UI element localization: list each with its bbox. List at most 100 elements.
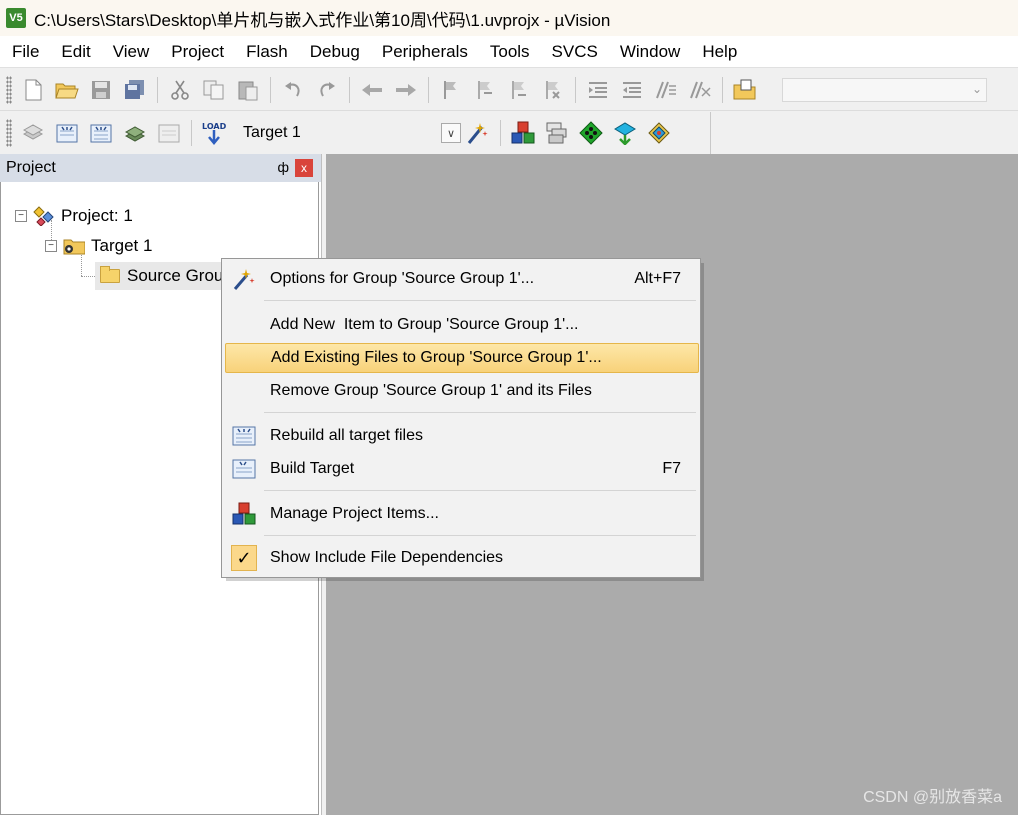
menu-item-label: Show Include File Dependencies [270,549,504,566]
menu-item-remove-group[interactable]: Remove Group 'Source Group 1' and its Fi… [225,376,699,406]
menu-svcs[interactable]: SVCS [540,36,608,68]
collapse-icon[interactable]: − [45,240,57,252]
menu-item-label: Add Existing Files to Group 'Source Grou… [271,349,602,366]
menu-item-add-new-item[interactable]: Add New Item to Group 'Source Group 1'..… [225,310,699,340]
target-folder-icon [63,237,85,255]
toolbar-grip[interactable] [6,75,12,104]
save-icon[interactable] [86,75,116,105]
project-panel-header: Project ф x [0,154,321,182]
toolbar-separator [157,76,158,103]
title-bar: V5 C:\Users\Stars\Desktop\单片机与嵌入式作业\第10周… [0,0,1018,36]
copy-icon[interactable] [199,75,229,105]
tree-label-source-group: Source Grou [127,266,224,285]
menu-item-shortcut: F7 [662,460,681,477]
clear-bookmarks-icon[interactable] [538,75,568,105]
menu-bar: File Edit View Project Flash Debug Perip… [0,36,1018,68]
navigate-forward-icon[interactable] [391,75,421,105]
stop-build-icon[interactable] [154,118,184,148]
select-packs-icon[interactable] [542,118,572,148]
menu-file[interactable]: File [0,36,49,68]
menu-item-label: Build Target [270,460,355,477]
navigate-back-icon[interactable] [357,75,387,105]
batch-build-icon[interactable] [120,118,150,148]
rebuild-icon[interactable] [86,118,116,148]
menu-separator [264,535,696,536]
insert-bookmark-icon[interactable] [436,75,466,105]
toolbar-separator [575,76,576,103]
toolbar-grip[interactable] [6,119,12,147]
menu-item-options-for-group[interactable]: Options for Group 'Source Group 1'... Al… [225,264,699,294]
tree-label-project: Project: 1 [61,206,133,225]
find-combobox[interactable]: ⌄ [782,77,987,102]
paste-icon[interactable] [233,75,263,105]
window-title: C:\Users\Stars\Desktop\单片机与嵌入式作业\第10周\代码… [34,10,611,30]
comment-icon[interactable] [651,75,681,105]
manage-project-items-icon[interactable] [508,118,538,148]
find-in-files-icon[interactable] [730,75,760,105]
target-select[interactable]: Target 1 ∨ [243,120,461,146]
menu-item-label: Add New Item to Group 'Source Group 1'..… [270,316,579,333]
save-all-icon[interactable] [120,75,150,105]
menu-project[interactable]: Project [159,36,234,68]
menu-item-rebuild-all[interactable]: Rebuild all target files [225,421,699,451]
menu-debug[interactable]: Debug [298,36,370,68]
build-toolbar: LOAD Target 1 ∨ [0,112,1018,154]
context-menu: Options for Group 'Source Group 1'... Al… [221,258,701,578]
tree-node-project[interactable]: − Project: 1 [15,202,133,230]
next-bookmark-icon[interactable] [504,75,534,105]
menu-tools[interactable]: Tools [478,36,540,68]
undo-icon[interactable] [278,75,308,105]
software-packs-icon[interactable] [644,118,674,148]
new-file-icon[interactable] [18,75,48,105]
menu-flash[interactable]: Flash [234,36,298,68]
toolbar-separator [500,120,501,146]
translate-icon[interactable] [18,118,48,148]
collapse-icon[interactable]: − [15,210,27,222]
toolbar-end-divider [710,112,711,154]
watermark: CSDN @别放香菜a [863,789,1002,806]
menu-item-shortcut: Alt+F7 [634,270,681,287]
menu-item-label: Manage Project Items... [270,505,439,522]
chevron-down-icon[interactable]: ⌄ [972,82,982,96]
previous-bookmark-icon[interactable] [470,75,500,105]
redo-icon[interactable] [312,75,342,105]
menu-separator [264,412,696,413]
cut-icon[interactable] [165,75,195,105]
menu-item-label: Remove Group 'Source Group 1' and its Fi… [270,382,592,399]
target-select-value: Target 1 [243,124,301,141]
options-for-target-icon[interactable] [463,118,493,148]
menu-item-label: Options for Group 'Source Group 1'... [270,270,535,287]
open-folder-icon[interactable] [52,75,82,105]
manage-run-time-environment-icon[interactable] [576,118,606,148]
pin-icon[interactable]: ф [277,159,289,175]
menu-window[interactable]: Window [608,36,690,68]
project-panel-title: Project [6,159,56,176]
uvision-app-icon: V5 [6,8,26,28]
indent-icon[interactable] [583,75,613,105]
menu-item-build-target[interactable]: Build Target F7 [225,454,699,484]
context-menu-gutter [222,259,260,577]
uncomment-icon[interactable] [685,75,715,105]
project-diamond-icon [33,206,55,226]
menu-item-label: Rebuild all target files [270,427,423,444]
file-toolbar: ⌄ [0,69,1018,111]
chevron-down-icon[interactable]: ∨ [441,123,461,143]
menu-help[interactable]: Help [690,36,747,68]
tree-label-target: Target 1 [91,236,153,255]
folder-icon [99,266,121,285]
menu-item-add-existing-files[interactable]: Add Existing Files to Group 'Source Grou… [225,343,699,373]
toolbar-separator [349,76,350,103]
build-icon [231,456,257,482]
pack-installer-icon[interactable] [610,118,640,148]
build-icon[interactable] [52,118,82,148]
menu-item-show-include-deps[interactable]: ✓ Show Include File Dependencies [225,543,699,573]
tree-node-target[interactable]: − Target 1 [45,232,152,260]
download-load-icon[interactable]: LOAD [199,118,229,148]
close-icon[interactable]: x [295,159,313,177]
menu-item-manage-project-items[interactable]: Manage Project Items... [225,499,699,529]
menu-peripherals[interactable]: Peripherals [370,36,478,68]
unindent-icon[interactable] [617,75,647,105]
check-glyph: ✓ [231,545,257,571]
menu-view[interactable]: View [101,36,160,68]
menu-edit[interactable]: Edit [49,36,100,68]
